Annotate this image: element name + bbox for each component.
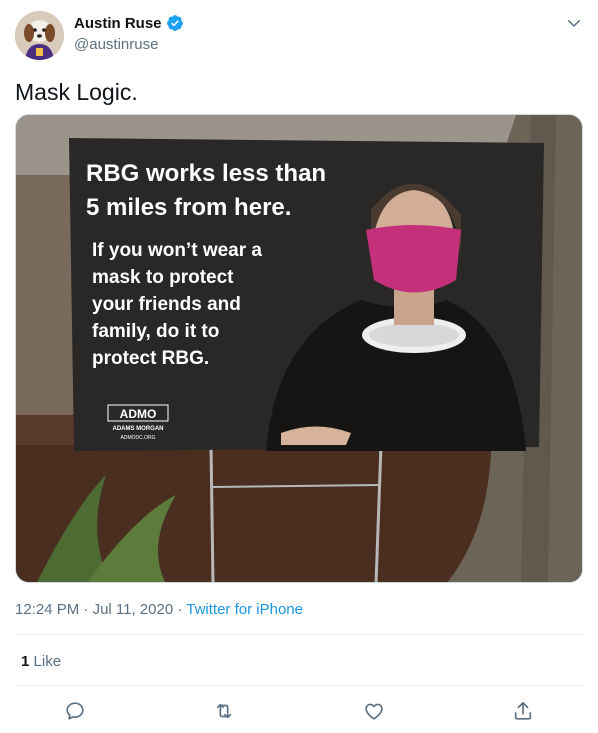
divider	[15, 634, 583, 635]
sign-headline-line2: 5 miles from here.	[86, 194, 291, 221]
tweet-meta: 12:24 PM · Jul 11, 2020 · Twitter for iP…	[15, 601, 303, 618]
like-button[interactable]	[363, 700, 385, 722]
likes-count: 1	[21, 653, 30, 670]
meta-separator: ·	[173, 601, 187, 618]
divider	[15, 685, 583, 686]
sign-logo: ADMO	[120, 407, 157, 421]
chevron-down-icon[interactable]	[565, 14, 583, 32]
likes-label: Like	[33, 653, 62, 670]
likes-stat[interactable]: 1 Like	[21, 653, 61, 670]
heart-icon	[365, 703, 383, 720]
author-handle[interactable]: @austinruse	[74, 36, 158, 53]
reply-icon	[66, 702, 84, 720]
author-display-name[interactable]: Austin Ruse	[74, 15, 162, 32]
sign-logo-url: ADMODC.ORG	[121, 435, 156, 441]
tweet-date[interactable]: Jul 11, 2020	[93, 601, 174, 618]
sign-logo-subtitle: ADAMS MORGAN	[113, 426, 164, 432]
sign-body-line2: mask to protect	[92, 267, 234, 288]
tweet-time[interactable]: 12:24 PM	[15, 601, 79, 618]
tweet-text: Mask Logic.	[15, 79, 138, 105]
avatar[interactable]	[15, 11, 64, 60]
sign-body-line3: your friends and	[92, 294, 241, 315]
retweet-button[interactable]	[213, 700, 235, 722]
share-icon	[515, 701, 532, 720]
retweet-icon	[217, 703, 232, 719]
meta-separator: ·	[79, 601, 93, 618]
sign-headline-line1: RBG works less than	[86, 160, 326, 187]
tweet-media[interactable]: RBG works less than 5 miles from here. I…	[15, 114, 583, 583]
media-photo: RBG works less than 5 miles from here. I…	[16, 115, 582, 582]
avatar-image	[15, 11, 64, 60]
tweet-source[interactable]: Twitter for iPhone	[186, 601, 303, 618]
share-button[interactable]	[512, 700, 534, 722]
author-name-row: Austin Ruse	[74, 14, 184, 32]
sign-body-line5: protect RBG.	[92, 348, 209, 369]
reply-button[interactable]	[64, 700, 86, 722]
action-bar	[0, 696, 598, 726]
verified-badge-icon	[166, 15, 183, 31]
sign-body-line1: If you won’t wear a	[92, 240, 262, 261]
sign-body-line4: family, do it to	[92, 321, 219, 342]
tweet: Austin Ruse @austinruse Mask Logic. RBG …	[0, 0, 598, 733]
